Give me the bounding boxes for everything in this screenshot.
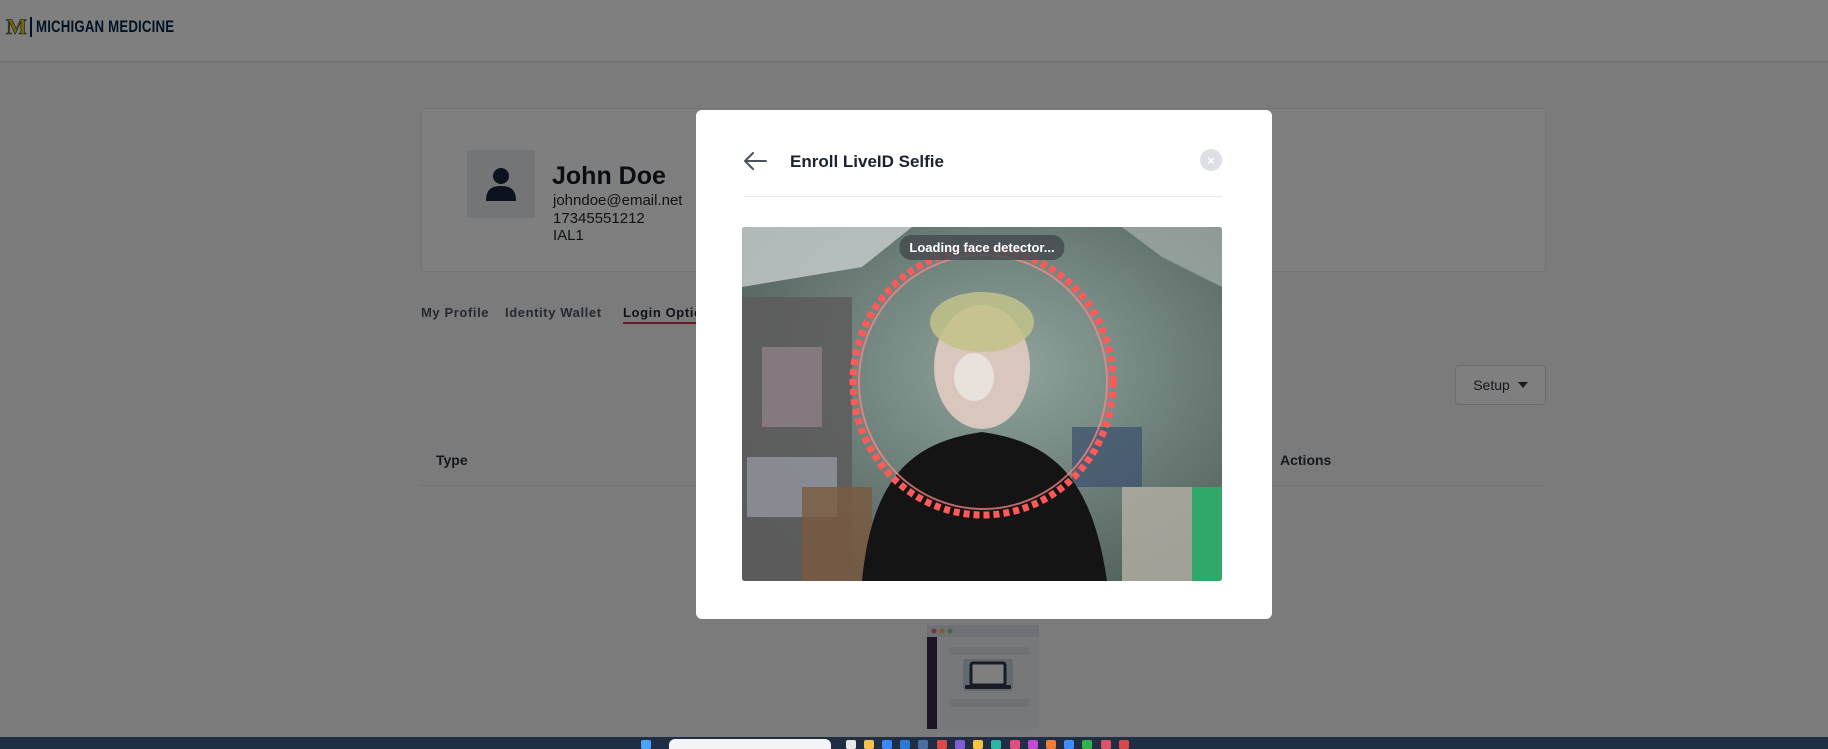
taskbar-app-icon[interactable] bbox=[882, 740, 892, 749]
os-taskbar bbox=[0, 737, 1828, 749]
back-button[interactable] bbox=[742, 150, 768, 172]
taskbar-app-icon[interactable] bbox=[1064, 740, 1074, 749]
camera-status-label: Loading face detector... bbox=[899, 235, 1065, 260]
taskbar-app-icon[interactable] bbox=[846, 740, 856, 749]
arrow-left-icon bbox=[744, 152, 767, 170]
start-icon[interactable] bbox=[641, 740, 651, 749]
taskbar-app-icon[interactable] bbox=[1046, 740, 1056, 749]
taskbar-app-icon[interactable] bbox=[1010, 740, 1020, 749]
taskbar-app-icon[interactable] bbox=[991, 740, 1001, 749]
taskbar-app-icon[interactable] bbox=[900, 740, 910, 749]
page: M MICHIGAN MEDICINE John Doe johndoe@ema… bbox=[0, 0, 1828, 749]
camera-feed-image bbox=[742, 227, 1222, 581]
taskbar-app-icon[interactable] bbox=[937, 740, 947, 749]
close-icon: × bbox=[1207, 152, 1215, 168]
taskbar-app-icon[interactable] bbox=[955, 740, 965, 749]
taskbar-app-icon[interactable] bbox=[918, 740, 928, 749]
camera-preview: Loading face detector... bbox=[742, 227, 1222, 581]
modal-title: Enroll LiveID Selfie bbox=[790, 152, 944, 171]
taskbar-app-icon[interactable] bbox=[1082, 740, 1092, 749]
taskbar-app-icon[interactable] bbox=[973, 740, 983, 749]
folder-icon[interactable] bbox=[864, 740, 874, 749]
taskbar-app-icon[interactable] bbox=[1101, 740, 1111, 749]
taskbar-app-icon[interactable] bbox=[1119, 740, 1129, 749]
taskbar-app-icon[interactable] bbox=[1028, 740, 1038, 749]
close-button[interactable]: × bbox=[1200, 149, 1222, 171]
taskbar-search-box[interactable] bbox=[669, 739, 831, 749]
modal-divider bbox=[744, 196, 1222, 197]
enroll-liveid-selfie-modal: Enroll LiveID Selfie × Loading face dete… bbox=[696, 110, 1272, 619]
